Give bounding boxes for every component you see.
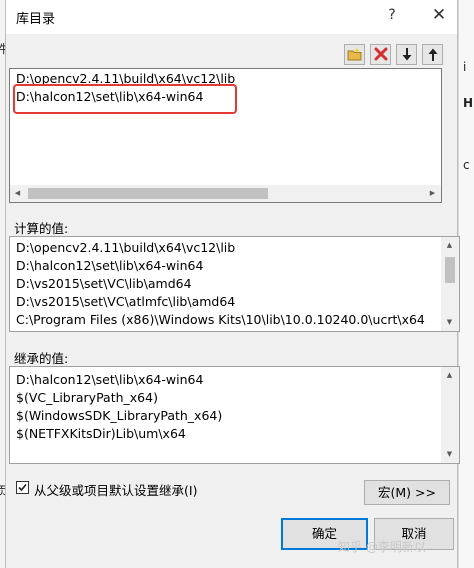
list-item: D:\opencv2.4.11\build\x64\vc12\lib [16, 240, 236, 255]
list-item: D:\halcon12\set\lib\x64-win64 [16, 372, 204, 387]
watermark: 知乎 @李明新以 [338, 540, 426, 554]
list-item: D:\vs2015\set\VC\atlmfc\lib\amd64 [16, 294, 236, 309]
scroll-down-arrow-icon[interactable]: ▼ [445, 450, 454, 459]
move-down-button[interactable] [396, 44, 417, 65]
library-directories-dialog: 库目录 ? ✕ D:\opencv2.4.11\build\x64\vc12\l… [5, 0, 460, 568]
arrow-down-icon [402, 48, 411, 61]
list-item: $(VC_LibraryPath_x64) [16, 390, 158, 405]
macro-button[interactable]: 宏(M) >> [364, 480, 450, 505]
title-bar: 库目录 ? ✕ [6, 0, 457, 34]
new-line-button[interactable] [344, 44, 365, 65]
vertical-scrollbar[interactable]: ▲ ▼ [441, 237, 459, 331]
dialog-title: 库目录 [16, 12, 56, 27]
horizontal-scrollbar[interactable]: ◀ ▶ [10, 185, 441, 202]
list-item: C:\Program Files (x86)\Windows Kits\10\l… [16, 312, 425, 327]
background-glyph: c [463, 158, 470, 172]
vertical-scrollbar[interactable]: ▲ ▼ [441, 367, 459, 463]
list-item: D:\halcon12\set\lib\x64-win64 [16, 258, 204, 273]
arrow-up-icon [428, 48, 437, 61]
highlight-annotation [13, 84, 237, 114]
evaluated-value-label: 计算的值: [14, 221, 69, 236]
inherited-value-label: 继承的值: [14, 351, 69, 366]
scroll-down-arrow-icon[interactable]: ▼ [445, 318, 454, 327]
scroll-up-arrow-icon[interactable]: ▲ [445, 241, 454, 250]
list-item: $(NETFXKitsDir)Lib\um\x64 [16, 426, 186, 441]
scroll-right-arrow-icon[interactable]: ▶ [428, 189, 437, 198]
close-button[interactable]: ✕ [430, 5, 448, 25]
new-folder-icon [347, 48, 361, 61]
inherited-value-list: D:\halcon12\set\lib\x64-win64 $(VC_Libra… [9, 366, 460, 464]
scroll-left-arrow-icon[interactable]: ◀ [13, 189, 22, 198]
delete-line-button[interactable] [370, 44, 391, 65]
checkmark-icon [18, 483, 27, 492]
delete-x-icon [374, 47, 387, 61]
list-item: D:\vs2015\set\VC\lib\amd64 [16, 276, 192, 291]
inherit-checkbox-label[interactable]: 从父级或项目默认设置继承(I) [34, 480, 197, 499]
scroll-up-arrow-icon[interactable]: ▲ [445, 371, 454, 380]
scrollbar-thumb[interactable] [445, 257, 455, 283]
background-glyph: H [463, 96, 474, 110]
evaluated-value-list: D:\opencv2.4.11\build\x64\vc12\lib D:\ha… [9, 236, 460, 332]
scrollbar-thumb[interactable] [28, 188, 268, 199]
help-button[interactable]: ? [384, 7, 400, 23]
move-up-button[interactable] [422, 44, 443, 65]
background-glyph: i [463, 60, 467, 74]
inherit-checkbox[interactable] [16, 481, 29, 494]
list-item: $(WindowsSDK_LibraryPath_x64) [16, 408, 223, 423]
background-window-right: i H c [458, 0, 474, 568]
